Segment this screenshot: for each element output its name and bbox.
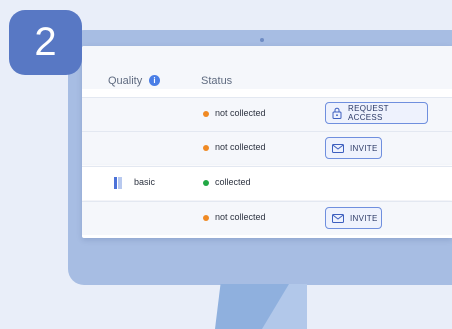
camera-dot <box>260 38 264 42</box>
status-text: collected <box>215 177 251 187</box>
table-row: basic collected <box>82 166 452 200</box>
request-access-label: REQUEST ACCESS <box>348 104 389 122</box>
status-dot-orange-icon <box>203 145 209 151</box>
status-column-header: Status <box>201 75 233 87</box>
info-icon[interactable]: i <box>149 75 160 86</box>
step-number-badge: 2 <box>9 10 82 75</box>
status-dot-orange-icon <box>203 111 209 117</box>
invite-label: INVITE <box>350 213 378 223</box>
table-header: Quality i Status <box>82 46 452 89</box>
table-row: not collected INVITE <box>82 201 452 235</box>
request-access-button[interactable]: REQUEST ACCESS <box>325 102 428 124</box>
status-text: not collected <box>215 142 266 152</box>
table-row: not collected INVITE <box>82 131 452 165</box>
mail-icon <box>332 143 344 153</box>
lock-icon <box>332 107 342 119</box>
status-text: not collected <box>215 108 266 118</box>
invite-button[interactable]: INVITE <box>325 137 382 159</box>
status-dot-orange-icon <box>203 215 209 221</box>
quality-column-header: Quality <box>108 75 143 87</box>
quality-bar-icon <box>114 177 122 189</box>
status-dot-green-icon <box>203 180 209 186</box>
mail-icon <box>332 213 344 223</box>
table-row: not collected REQUEST ACCESS <box>82 97 452 131</box>
quality-text: basic <box>134 177 156 187</box>
invite-button[interactable]: INVITE <box>325 207 382 229</box>
invite-label: INVITE <box>350 143 378 153</box>
screen: Quality i Status not collected REQUEST A… <box>82 46 452 238</box>
status-text: not collected <box>215 212 266 222</box>
